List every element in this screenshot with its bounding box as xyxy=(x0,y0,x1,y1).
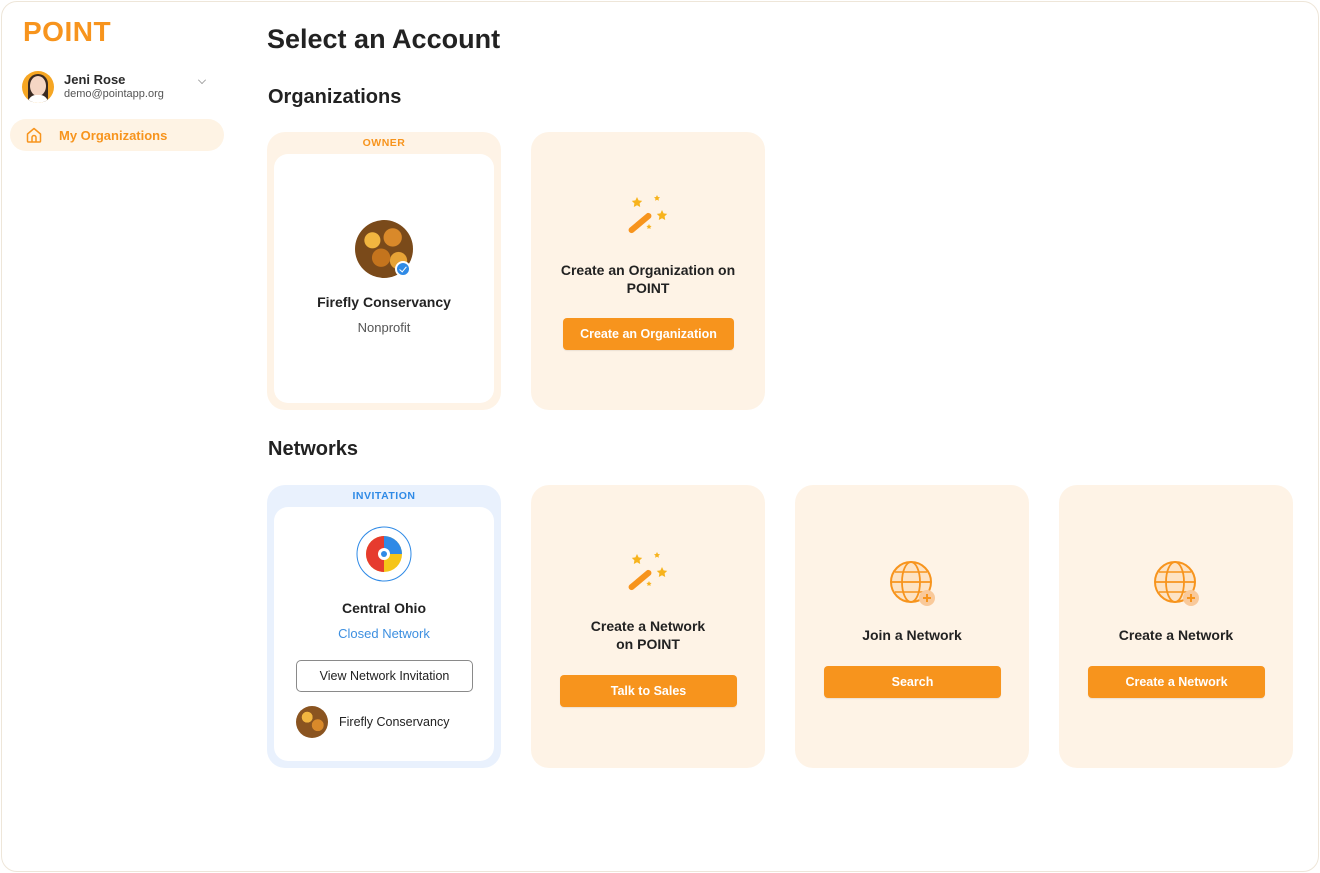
magic-wand-icon xyxy=(628,552,668,591)
invitation-badge: INVITATION xyxy=(352,490,416,502)
create-network-card: Create a Network Create a Network xyxy=(1059,485,1293,768)
user-switcher[interactable]: Jeni Rose demo@pointapp.org xyxy=(22,70,212,104)
invited-org-name: Firefly Conservancy xyxy=(339,715,450,729)
search-button[interactable]: Search xyxy=(824,666,1001,698)
join-network-card: Join a Network Search xyxy=(795,485,1029,768)
globe-plus-icon xyxy=(1154,561,1199,606)
networks-heading: Networks xyxy=(268,438,359,460)
verified-icon xyxy=(395,261,411,277)
magic-wand-icon xyxy=(628,195,668,234)
network-type: Closed Network xyxy=(338,626,430,641)
page-title: Select an Account xyxy=(267,24,501,54)
create-organization-button[interactable]: Create an Organization xyxy=(563,318,734,350)
org-type: Nonprofit xyxy=(357,320,411,335)
user-name: Jeni Rose xyxy=(64,72,126,88)
talk-to-sales-button[interactable]: Talk to Sales xyxy=(560,675,737,707)
sidebar-item-my-organizations[interactable]: My Organizations xyxy=(10,119,224,151)
avatar xyxy=(22,71,54,103)
point-logo[interactable]: POINT xyxy=(23,16,111,48)
create-network-sales-card: Create a Network on POINT Talk to Sales xyxy=(531,485,765,768)
create-network-button[interactable]: Create a Network xyxy=(1088,666,1265,698)
create-network-text: Create a Network xyxy=(1118,627,1234,643)
create-org-card: Create an Organization on POINT Create a… xyxy=(531,132,765,410)
network-name: Central Ohio xyxy=(341,600,426,616)
owner-badge: OWNER xyxy=(362,137,406,149)
create-network-text-line1: Create a Network xyxy=(590,618,706,634)
home-icon xyxy=(26,127,42,143)
join-network-text: Join a Network xyxy=(862,627,962,643)
create-network-text-line2: on POINT xyxy=(616,636,680,652)
chevron-down-icon[interactable] xyxy=(198,76,206,84)
user-email: demo@pointapp.org xyxy=(64,88,164,101)
create-org-text: Create an Organization on POINT xyxy=(560,262,736,296)
view-network-invitation-button[interactable]: View Network Invitation xyxy=(296,660,473,692)
org-name: Firefly Conservancy xyxy=(317,294,451,310)
organizations-heading: Organizations xyxy=(268,86,402,108)
sidebar-item-label: My Organizations xyxy=(59,127,168,143)
invitation-network-card[interactable]: INVITATION Central Ohio Closed Network V… xyxy=(267,485,501,768)
volunteer-connection-logo xyxy=(356,526,412,582)
org-avatar xyxy=(296,706,328,738)
owner-org-card[interactable]: OWNER Firefly Conservancy Nonprofit xyxy=(267,132,501,410)
globe-plus-icon xyxy=(890,561,935,606)
